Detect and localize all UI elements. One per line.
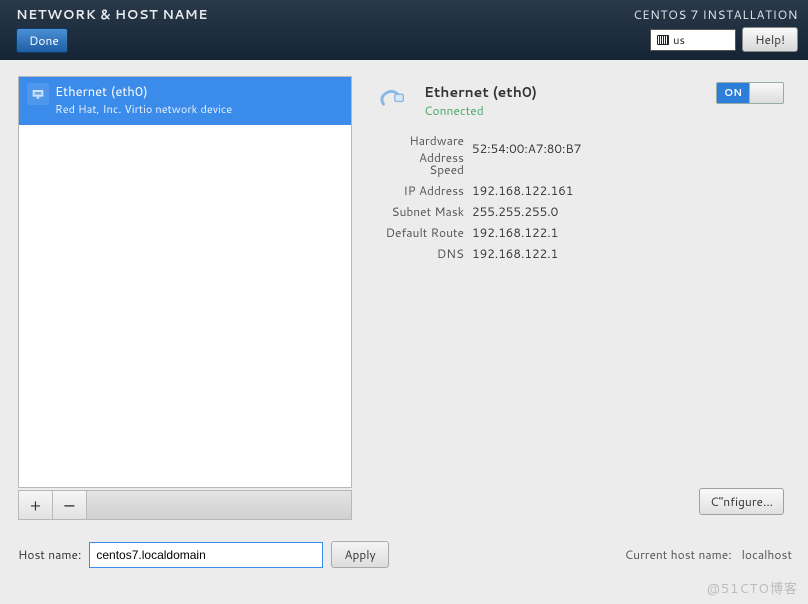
current-hostname-block: Current host name: localhost [625,546,792,563]
row-dns: DNS 192.168.122.1 [372,243,784,264]
current-hostname-value: localhost [742,546,792,563]
connection-details: Ethernet (eth0) Connected ON Hardware Ad… [372,80,784,264]
row-ip: IP Address 192.168.122.161 [372,180,784,201]
top-bar: NETWORK & HOST NAME Done CENTOS 7 INSTAL… [0,0,808,60]
network-list-item-text: Ethernet (eth0) Red Hat, Inc. Virtio net… [55,83,232,117]
connection-toggle[interactable]: ON [716,82,784,104]
row-hardware-address: Hardware Address 52:54:00:A7:80:B7 [372,138,784,159]
current-hostname-label: Current host name: [625,546,732,563]
network-list-toolbar: + − [18,490,352,520]
ethernet-large-icon [372,80,412,120]
value-dns: 192.168.122.1 [472,245,558,262]
value-mask: 255.255.255.0 [472,203,558,220]
ethernet-icon [27,83,49,105]
label-route: Default Route [372,224,464,241]
help-button[interactable]: Help! [742,27,798,52]
row-speed: Speed [372,159,784,180]
configure-button[interactable]: C"nfigure... [699,488,784,515]
details-status: Connected [424,102,537,119]
add-network-button[interactable]: + [19,491,53,519]
toggle-on-label: ON [717,83,749,103]
details-header: Ethernet (eth0) Connected ON [372,80,784,120]
row-mask: Subnet Mask 255.255.255.0 [372,201,784,222]
keyboard-layout: us [673,32,685,48]
keyboard-icon [657,35,669,45]
details-title-block: Ethernet (eth0) Connected [424,82,537,119]
label-mask: Subnet Mask [372,203,464,220]
keyboard-indicator[interactable]: us [650,29,736,51]
details-grid: Hardware Address 52:54:00:A7:80:B7 Speed… [372,138,784,264]
network-item-title: Ethernet (eth0) [55,83,232,101]
top-bar-left: NETWORK & HOST NAME Done [16,6,208,54]
value-hw-addr: 52:54:00:A7:80:B7 [472,140,581,157]
details-title: Ethernet (eth0) [424,82,537,102]
hostname-row: Host name: Apply Current host name: loca… [18,541,792,568]
value-ip: 192.168.122.161 [472,182,573,199]
remove-network-button[interactable]: − [53,491,87,519]
page-title: NETWORK & HOST NAME [16,6,208,24]
content-area: Ethernet (eth0) Red Hat, Inc. Virtio net… [0,60,808,604]
watermark: @51CTO博客 [707,578,798,598]
toggle-handle [749,83,783,103]
hostname-label: Host name: [18,546,81,563]
hostname-input[interactable] [89,542,323,568]
label-ip: IP Address [372,182,464,199]
network-list-item[interactable]: Ethernet (eth0) Red Hat, Inc. Virtio net… [19,77,351,125]
topbar-right-row: us Help! [650,27,798,52]
network-item-vendor: Red Hat, Inc. Virtio network device [55,101,232,117]
row-route: Default Route 192.168.122.1 [372,222,784,243]
done-button[interactable]: Done [16,28,68,53]
network-list[interactable]: Ethernet (eth0) Red Hat, Inc. Virtio net… [18,76,352,488]
apply-button[interactable]: Apply [331,541,388,568]
label-dns: DNS [372,245,464,262]
label-speed: Speed [372,161,464,178]
install-title: CENTOS 7 INSTALLATION [633,6,798,23]
top-bar-right: CENTOS 7 INSTALLATION us Help! [633,6,798,54]
value-route: 192.168.122.1 [472,224,558,241]
